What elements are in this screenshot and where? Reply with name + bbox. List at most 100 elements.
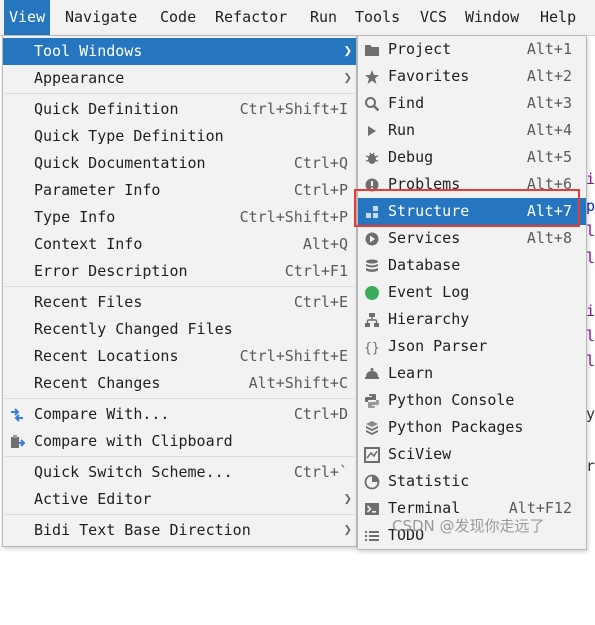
code-fragment: i xyxy=(586,170,595,188)
shortcut-label: Ctrl+P xyxy=(293,181,348,199)
menu-window[interactable]: Window xyxy=(460,0,524,35)
separator xyxy=(5,286,354,287)
menu-bar: View Navigate Code Refactor Run Tools VC… xyxy=(0,0,595,36)
menu-item-compare-with-clipboard[interactable]: Compare with Clipboard xyxy=(3,428,356,455)
menu-run[interactable]: Run xyxy=(305,0,342,35)
watermark: CSDN @发现你走远了 xyxy=(392,517,545,535)
event-log-icon xyxy=(365,286,379,300)
menu-item-label: Type Info xyxy=(34,208,116,226)
menu-item-label: Python Console xyxy=(388,391,515,409)
tool-window-statistic[interactable]: Statistic xyxy=(358,468,586,495)
menu-item-label: Favorites xyxy=(388,67,470,85)
menu-item-label: Recent Locations xyxy=(34,347,179,365)
packages-icon xyxy=(366,421,378,435)
shortcut-label: Ctrl+Q xyxy=(293,154,348,172)
menu-item-quick-switch-scheme[interactable]: Quick Switch Scheme... Ctrl+` xyxy=(3,459,356,486)
menu-item-label: Debug xyxy=(388,148,434,166)
python-icon xyxy=(365,394,379,408)
tool-window-find[interactable]: Find Alt+3 xyxy=(358,90,586,117)
menu-help[interactable]: Help xyxy=(535,0,581,35)
menu-item-label: Quick Type Definition xyxy=(34,127,224,145)
code-fragment: l xyxy=(586,352,595,370)
compare-icon xyxy=(11,408,23,422)
shortcut-label: Alt+3 xyxy=(526,94,572,112)
clipboard-compare-icon xyxy=(11,435,25,448)
menu-tools[interactable]: Tools xyxy=(350,0,405,35)
menu-item-label: Active Editor xyxy=(34,490,152,508)
menu-item-type-info[interactable]: Type Info Ctrl+Shift+P xyxy=(3,204,356,231)
menu-vcs[interactable]: VCS xyxy=(415,0,452,35)
menu-item-label: Recently Changed Files xyxy=(34,320,233,338)
menu-item-label: Parameter Info xyxy=(34,181,161,199)
shortcut-label: Ctrl+F1 xyxy=(284,262,348,280)
separator xyxy=(5,456,354,457)
tool-window-problems[interactable]: Problems Alt+6 xyxy=(358,171,586,198)
menu-item-appearance[interactable]: Appearance ❯ xyxy=(3,65,356,92)
bug-icon xyxy=(365,152,379,164)
chevron-right-icon: ❯ xyxy=(343,522,352,538)
tool-window-learn[interactable]: Learn xyxy=(358,360,586,387)
menu-item-parameter-info[interactable]: Parameter Info Ctrl+P xyxy=(3,177,356,204)
menu-item-error-description[interactable]: Error Description Ctrl+F1 xyxy=(3,258,356,285)
tool-window-hierarchy[interactable]: Hierarchy xyxy=(358,306,586,333)
tool-window-python-packages[interactable]: Python Packages xyxy=(358,414,586,441)
menu-item-quick-documentation[interactable]: Quick Documentation Ctrl+Q xyxy=(3,150,356,177)
shortcut-label: Alt+4 xyxy=(526,121,572,139)
warning-icon xyxy=(365,178,379,192)
tool-window-debug[interactable]: Debug Alt+5 xyxy=(358,144,586,171)
view-menu: Tool Windows ❯ Appearance ❯ Quick Defini… xyxy=(2,35,357,547)
menu-item-context-info[interactable]: Context Info Alt+Q xyxy=(3,231,356,258)
tool-window-run[interactable]: Run Alt+4 xyxy=(358,117,586,144)
menu-item-bidi-text-base-direction[interactable]: Bidi Text Base Direction ❯ xyxy=(3,517,356,544)
menu-navigate[interactable]: Navigate xyxy=(60,0,142,35)
tool-window-structure[interactable]: Structure Alt+7 xyxy=(358,198,586,225)
separator xyxy=(5,93,354,94)
menu-item-label: Compare With... xyxy=(34,405,170,423)
menu-item-quick-type-definition[interactable]: Quick Type Definition xyxy=(3,123,356,150)
menu-item-label: Context Info xyxy=(34,235,143,253)
menu-item-active-editor[interactable]: Active Editor ❯ xyxy=(3,486,356,513)
menu-item-label: Structure xyxy=(388,202,470,220)
menu-item-label: Quick Documentation xyxy=(34,154,206,172)
tool-window-sciview[interactable]: SciView xyxy=(358,441,586,468)
tool-window-python-console[interactable]: Python Console xyxy=(358,387,586,414)
menu-item-label: Error Description xyxy=(34,262,188,280)
menu-item-recent-files[interactable]: Recent Files Ctrl+E xyxy=(3,289,356,316)
braces-icon: {} xyxy=(364,341,380,355)
tool-window-event-log[interactable]: Event Log xyxy=(358,279,586,306)
hierarchy-icon xyxy=(365,313,379,327)
shortcut-label: Ctrl+D xyxy=(293,405,348,423)
menu-code[interactable]: Code xyxy=(155,0,201,35)
shortcut-label: Alt+5 xyxy=(526,148,572,166)
menu-item-recent-locations[interactable]: Recent Locations Ctrl+Shift+E xyxy=(3,343,356,370)
services-icon xyxy=(365,232,379,246)
menu-item-label: Quick Switch Scheme... xyxy=(34,463,233,481)
shortcut-label: Ctrl+` xyxy=(293,463,348,481)
menu-item-label: Bidi Text Base Direction xyxy=(34,521,251,539)
menu-item-label: Recent Changes xyxy=(34,374,161,392)
menu-item-label: Recent Files xyxy=(34,293,143,311)
shortcut-label: Ctrl+Shift+I xyxy=(239,100,348,118)
tool-window-json-parser[interactable]: {} Json Parser xyxy=(358,333,586,360)
menu-item-tool-windows[interactable]: Tool Windows ❯ xyxy=(3,38,356,65)
code-fragment: l xyxy=(586,222,595,240)
menu-item-compare-with[interactable]: Compare With... Ctrl+D xyxy=(3,401,356,428)
play-icon xyxy=(368,126,376,136)
tool-window-services[interactable]: Services Alt+8 xyxy=(358,225,586,252)
menu-view[interactable]: View xyxy=(4,0,51,35)
menu-item-label: Learn xyxy=(388,364,434,382)
menu-item-label: Statistic xyxy=(388,472,470,490)
menu-item-quick-definition[interactable]: Quick Definition Ctrl+Shift+I xyxy=(3,96,356,123)
menu-item-label: Database xyxy=(388,256,461,274)
menu-refactor[interactable]: Refactor xyxy=(210,0,292,35)
tool-window-favorites[interactable]: Favorites Alt+2 xyxy=(358,63,586,90)
tool-window-project[interactable]: Project Alt+1 xyxy=(358,36,586,63)
menu-item-label: Problems xyxy=(388,175,461,193)
search-icon xyxy=(365,97,380,112)
menu-item-label: Python Packages xyxy=(388,418,524,436)
menu-item-recently-changed-files[interactable]: Recently Changed Files xyxy=(3,316,356,343)
menu-item-label: Json Parser xyxy=(388,337,488,355)
tool-window-database[interactable]: Database xyxy=(358,252,586,279)
structure-icon xyxy=(366,206,378,218)
menu-item-recent-changes[interactable]: Recent Changes Alt+Shift+C xyxy=(3,370,356,397)
